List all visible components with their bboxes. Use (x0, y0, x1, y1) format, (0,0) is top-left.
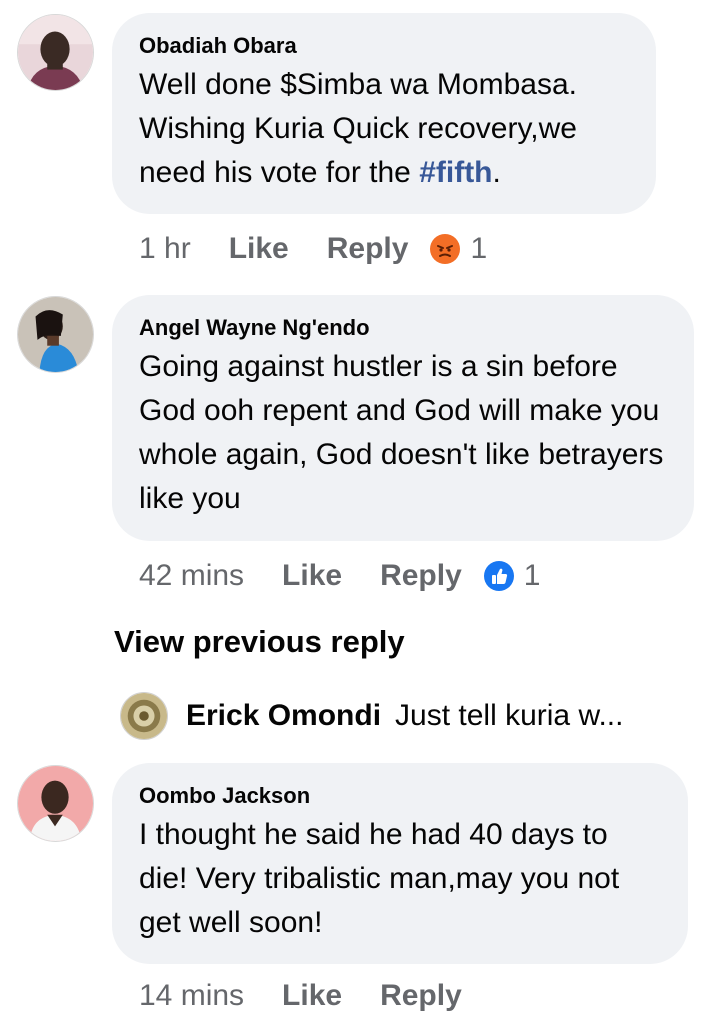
reply-author[interactable]: Erick Omondi (186, 699, 381, 733)
comment-author[interactable]: Angel Wayne Ng'endo (139, 315, 668, 341)
like-reaction-icon[interactable] (483, 561, 514, 591)
like-button[interactable]: Like (229, 232, 289, 266)
reply-snippet[interactable]: Just tell kuria w... (395, 699, 623, 733)
profile-photo-icon (18, 766, 93, 841)
comment-text-part: Well done $Simba wa Mombasa. Wishing Kur… (139, 68, 577, 189)
comment-timestamp[interactable]: 14 mins (139, 979, 244, 1013)
avatar[interactable] (17, 765, 94, 842)
avatar[interactable] (17, 296, 94, 373)
comment-author[interactable]: Obadiah Obara (139, 33, 630, 59)
reply-preview[interactable]: Erick Omondi Just tell kuria w... (120, 690, 623, 742)
view-previous-reply-link[interactable]: View previous reply (114, 624, 405, 660)
comment-bubble: Obadiah Obara Well done $Simba wa Mombas… (112, 13, 656, 214)
reply-button[interactable]: Reply (380, 559, 462, 593)
profile-photo-icon (18, 297, 93, 372)
like-button[interactable]: Like (282, 559, 342, 593)
comment-timestamp[interactable]: 1 hr (139, 232, 191, 266)
comment-bubble: Angel Wayne Ng'endo Going against hustle… (112, 295, 694, 541)
reply-button[interactable]: Reply (380, 979, 462, 1013)
profile-photo-icon (121, 693, 167, 739)
comment-author[interactable]: Oombo Jackson (139, 783, 662, 809)
comment-actions: 1 hr Like Reply 1 (139, 229, 487, 269)
comment-text-part: . (492, 156, 501, 189)
hashtag-link[interactable]: #fifth (419, 156, 492, 189)
comment-bubble: Oombo Jackson I thought he said he had 4… (112, 763, 688, 964)
profile-photo-icon (18, 15, 93, 90)
reaction-count[interactable]: 1 (470, 232, 487, 266)
comment-text: Well done $Simba wa Mombasa. Wishing Kur… (139, 63, 630, 195)
reaction-count[interactable]: 1 (524, 559, 541, 593)
comment-actions: 14 mins Like Reply (139, 976, 484, 1016)
comment-actions: 42 mins Like Reply 1 (139, 556, 540, 596)
like-button[interactable]: Like (282, 979, 342, 1013)
avatar[interactable] (120, 692, 168, 740)
angry-reaction-icon[interactable] (430, 234, 461, 264)
comment-text: I thought he said he had 40 days to die!… (139, 818, 620, 939)
avatar[interactable] (17, 14, 94, 91)
reply-button[interactable]: Reply (327, 232, 409, 266)
comment-timestamp[interactable]: 42 mins (139, 559, 244, 593)
comment-text: Going against hustler is a sin before Go… (139, 350, 664, 515)
